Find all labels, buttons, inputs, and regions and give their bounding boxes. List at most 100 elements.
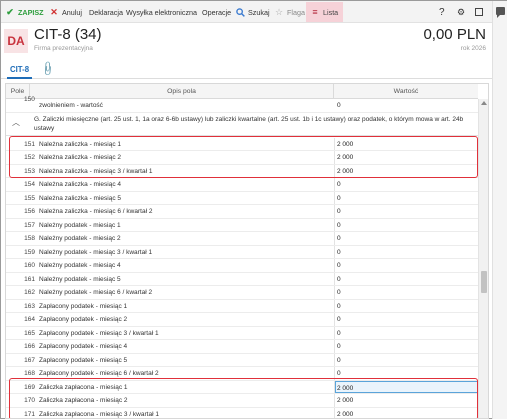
document-year: rok 2026 xyxy=(460,45,486,52)
row-value[interactable]: 0 xyxy=(337,259,478,272)
electronic-send-menu[interactable]: Wysyłka elektroniczna xyxy=(126,1,197,23)
row-number: 167 xyxy=(24,356,35,364)
table-row[interactable]: 154 Należna zaliczka - miesiąc 4 0 xyxy=(6,178,478,192)
row-value[interactable]: 2 000 xyxy=(337,165,478,178)
scroll-up-icon[interactable] xyxy=(481,101,487,105)
table-row[interactable]: 170 Zaliczka zapłacona - miesiąc 2 2 000 xyxy=(6,394,478,408)
table-row[interactable]: 171 Zaliczka zapłacona - miesiąc 3 / kwar… xyxy=(6,407,478,419)
column-divider xyxy=(334,259,335,272)
paperclip-icon[interactable]: 📎 xyxy=(39,61,56,78)
row-number: 170 xyxy=(24,397,35,404)
table-row[interactable]: 159 Należny podatek - miesiąc 3 / kwartał… xyxy=(6,245,478,259)
row-value[interactable]: 0 xyxy=(337,246,478,259)
row-value[interactable]: 0 xyxy=(337,354,478,367)
group-row[interactable]: ︿ G. Zaliczki miesięczne (art. 25 ust. 1… xyxy=(6,113,478,136)
chat-icon[interactable] xyxy=(496,7,505,18)
table-row[interactable]: 158 Należny podatek - miesiąc 2 0 xyxy=(6,232,478,246)
row-value[interactable]: 2 000 xyxy=(337,138,478,151)
search-label: Szukaj xyxy=(248,7,270,17)
tab-cit8[interactable]: CIT-8 xyxy=(7,61,33,79)
column-header-opis[interactable]: Opis pola xyxy=(30,84,334,99)
document-amount: 0,00 PLN xyxy=(423,26,486,43)
cancel-label: Anuluj xyxy=(62,7,82,17)
row-number: 152 xyxy=(24,154,35,161)
row-value[interactable]: 0 xyxy=(337,327,478,340)
declaration-menu[interactable]: Deklaracja xyxy=(89,1,123,23)
search-icon xyxy=(235,7,245,17)
row-number: 160 xyxy=(24,262,35,269)
row-description: Zapłacony podatek - miesiąc 3 / kwartał … xyxy=(39,329,159,337)
row-number: 154 xyxy=(24,181,35,188)
row-value[interactable]: 0 xyxy=(337,313,478,326)
table-row[interactable]: 167 Zapłacony podatek - miesiąc 5 0 xyxy=(6,353,478,367)
table-row[interactable]: 163 Zapłacony podatek - miesiąc 1 0 xyxy=(6,299,478,313)
table-row[interactable]: 152 Należna zaliczka - miesiąc 2 2 000 xyxy=(6,151,478,165)
row-number: 163 xyxy=(24,302,35,310)
table-row[interactable]: 169 Zaliczka zapłacona - miesiąc 1 2 000 xyxy=(6,380,478,394)
row-value[interactable]: 0 xyxy=(337,367,478,380)
table-row[interactable]: 164 Zapłacony podatek - miesiąc 2 0 xyxy=(6,313,478,327)
table-row[interactable]: 162 Należny podatek - miesiąc 6 / kwartał… xyxy=(6,286,478,300)
row-description: zwolnieniem - wartość xyxy=(39,102,103,109)
maximize-icon xyxy=(475,8,483,16)
fields-grid: Pole Opis pola Wartość 150 zwolnieniem -… xyxy=(5,83,489,419)
row-description: Zapłacony podatek - miesiąc 2 xyxy=(39,316,128,323)
row-value[interactable]: 2 000 xyxy=(335,380,478,393)
column-divider xyxy=(334,137,335,150)
row-value[interactable]: 0 xyxy=(337,219,478,232)
row-value[interactable]: 0 xyxy=(337,192,478,205)
row-value[interactable]: 2 000 xyxy=(337,151,478,164)
scrollbar-thumb[interactable] xyxy=(481,271,487,293)
table-row[interactable]: 157 Należny podatek - miesiąc 1 0 xyxy=(6,218,478,232)
column-divider xyxy=(334,272,335,285)
row-description: Zaliczka zapłacona - miesiąc 3 / kwartał… xyxy=(39,410,159,418)
row-value[interactable]: 2 000 xyxy=(337,394,478,407)
company-name: Firma prezentacyjna xyxy=(34,45,93,52)
search-button[interactable]: Szukaj xyxy=(235,1,270,23)
row-value[interactable]: 0 xyxy=(337,232,478,245)
table-row[interactable]: 161 Należny podatek - miesiąc 5 0 xyxy=(6,272,478,286)
flag-button[interactable]: ☆ Flaga xyxy=(274,1,305,23)
row-description: Zapłacony podatek - miesiąc 5 xyxy=(39,356,128,364)
column-divider xyxy=(334,205,335,218)
table-row[interactable]: 160 Należny podatek - miesiąc 4 0 xyxy=(6,259,478,273)
check-icon: ✔ xyxy=(6,7,14,17)
table-row[interactable]: 156 Należna zaliczka - miesiąc 6 / kwarta… xyxy=(6,205,478,219)
row-value[interactable]: 0 xyxy=(337,205,478,218)
maximize-button[interactable] xyxy=(475,1,483,23)
row-value[interactable]: 0 xyxy=(337,102,341,109)
table-row[interactable]: 165 Zapłacony podatek - miesiąc 3 / kwart… xyxy=(6,326,478,340)
column-header-wartosc[interactable]: Wartość xyxy=(334,84,478,99)
list-label: Lista xyxy=(323,7,339,17)
vertical-scrollbar[interactable] xyxy=(478,99,488,418)
settings-button[interactable]: ⚙ xyxy=(456,1,466,23)
table-row[interactable]: 155 Należna zaliczka - miesiąc 5 0 xyxy=(6,191,478,205)
list-button[interactable]: ≡ Lista xyxy=(306,2,344,22)
cancel-button[interactable]: ✕ Anuluj xyxy=(49,1,82,23)
row-value[interactable]: 2 000 xyxy=(337,408,478,419)
column-divider xyxy=(334,394,335,407)
table-row[interactable]: 150 zwolnieniem - wartość 0 xyxy=(6,96,478,113)
save-button[interactable]: ✔ ZAPISZ xyxy=(5,1,43,23)
grid-header: Pole Opis pola Wartość xyxy=(6,84,478,99)
row-description: Zaliczka zapłacona - miesiąc 2 xyxy=(39,397,128,404)
row-value[interactable]: 0 xyxy=(337,178,478,191)
star-icon: ☆ xyxy=(274,7,284,17)
row-value[interactable]: 0 xyxy=(337,286,478,299)
row-description: Należna zaliczka - miesiąc 5 xyxy=(39,194,122,202)
row-number: 151 xyxy=(24,140,35,148)
row-value[interactable]: 0 xyxy=(337,273,478,286)
table-row[interactable]: 153 Należna zaliczka - miesiąc 3 / kwarta… xyxy=(6,164,478,178)
row-description: Należny podatek - miesiąc 4 xyxy=(39,262,121,269)
table-row[interactable]: 151 Należna zaliczka - miesiąc 1 2 000 xyxy=(6,137,478,151)
row-value[interactable]: 0 xyxy=(337,300,478,313)
help-button[interactable]: ? xyxy=(439,1,445,23)
table-row[interactable]: 168 Zapłacony podatek - miesiąc 6 / kwart… xyxy=(6,367,478,381)
row-value[interactable]: 0 xyxy=(337,340,478,353)
list-icon: ≡ xyxy=(312,7,318,17)
chevron-up-icon[interactable]: ︿ xyxy=(12,117,20,128)
operations-menu[interactable]: Operacje xyxy=(202,1,231,23)
group-label: G. Zaliczki miesięczne (art. 25 ust. 1, … xyxy=(34,116,464,132)
operations-label: Operacje xyxy=(202,7,232,17)
table-row[interactable]: 166 Zapłacony podatek - miesiąc 4 0 xyxy=(6,340,478,354)
